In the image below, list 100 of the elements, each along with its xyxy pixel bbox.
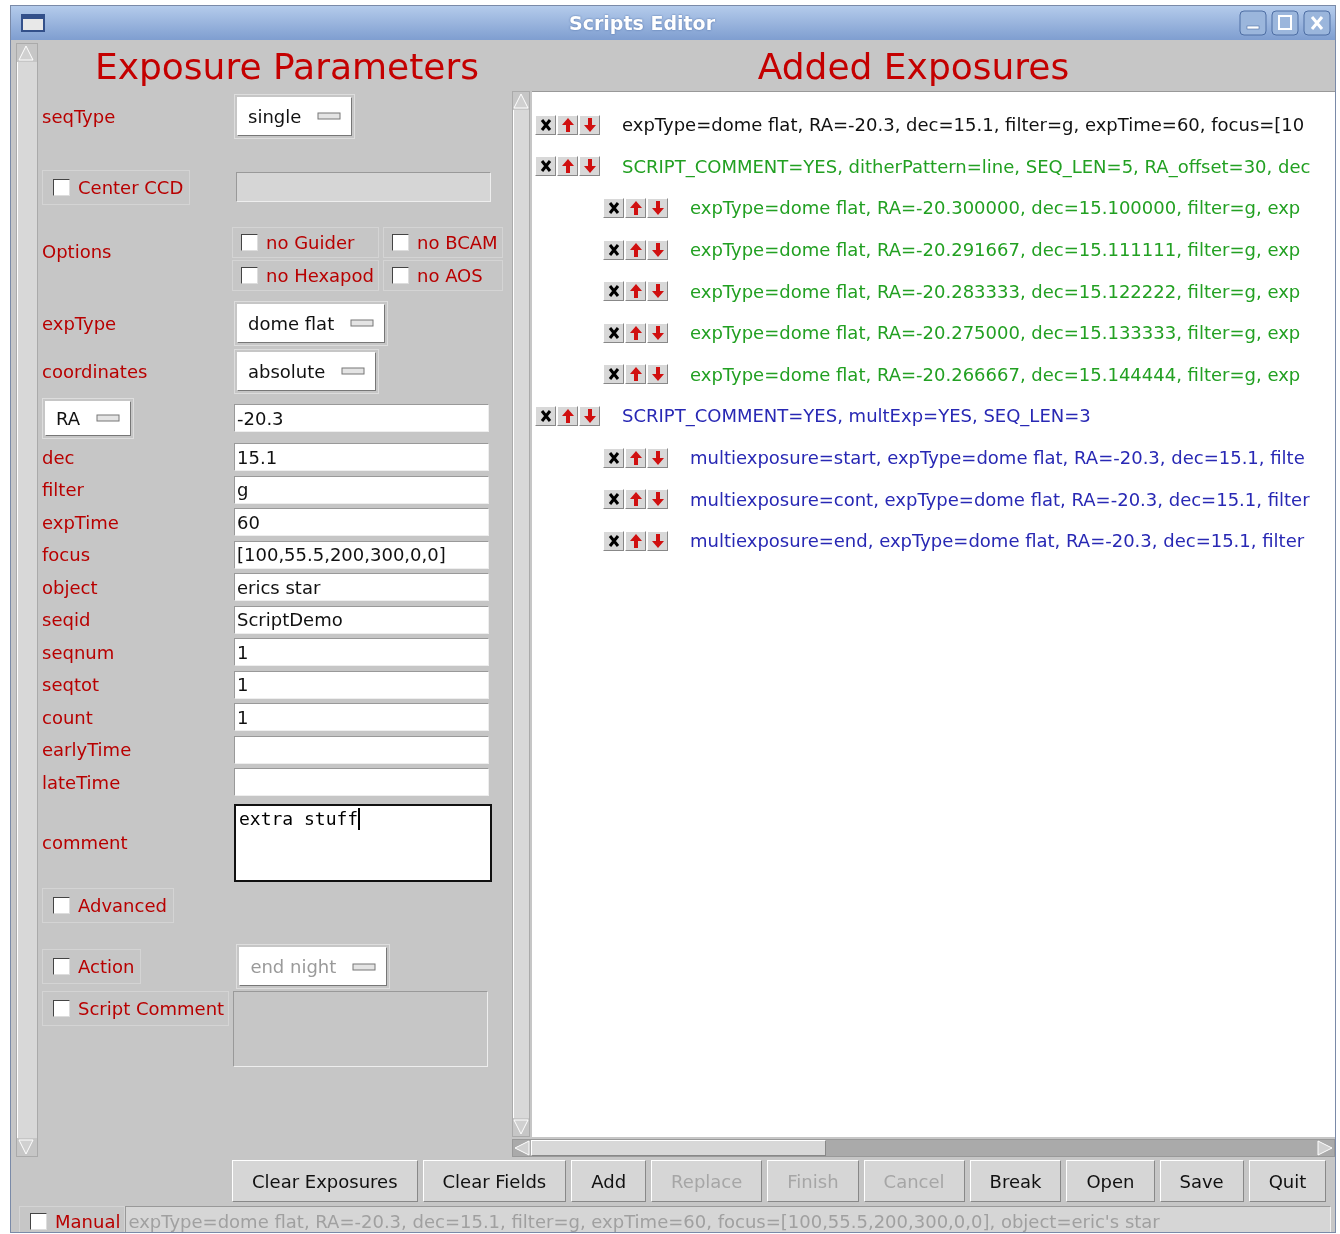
action-button[interactable]: Break — [969, 1160, 1062, 1202]
maximize-icon[interactable] — [1271, 10, 1299, 36]
up-arrow-icon — [628, 283, 643, 300]
close-icon — [606, 532, 621, 549]
up-arrow-icon — [560, 158, 575, 175]
move-down-button[interactable] — [647, 489, 668, 510]
move-down-button[interactable] — [647, 239, 668, 260]
text-field[interactable] — [236, 172, 492, 202]
exposure-entry[interactable]: multiexposure=start, expType=dome flat, RA=-20.3, dec=15.1, filte — [690, 447, 1305, 469]
move-down-button[interactable] — [647, 447, 668, 468]
remove-button[interactable] — [603, 364, 624, 385]
remove-button[interactable] — [535, 114, 556, 135]
remove-button[interactable] — [603, 322, 624, 343]
checkbox-label: Script Comment — [78, 997, 225, 1019]
dropdown[interactable]: absolute — [237, 351, 377, 391]
checkbox-option[interactable]: Center CCD — [42, 169, 191, 205]
checkbox-label: Action — [78, 956, 135, 977]
move-up-button[interactable] — [557, 405, 578, 426]
move-up-button[interactable] — [557, 114, 578, 135]
checkbox[interactable] — [392, 267, 409, 284]
up-arrow-icon — [628, 491, 643, 508]
text-field[interactable]: 1 — [234, 703, 489, 732]
move-up-button[interactable] — [625, 364, 646, 385]
text-field[interactable]: erics star — [234, 573, 489, 602]
field-label: count — [42, 706, 94, 728]
action-button[interactable]: Open — [1066, 1160, 1155, 1202]
text-field[interactable]: g — [234, 475, 489, 504]
move-up-button[interactable] — [557, 156, 578, 177]
action-button[interactable]: Clear Fields — [422, 1160, 567, 1202]
down-arrow-icon — [650, 200, 665, 216]
checkbox[interactable] — [241, 234, 258, 251]
text-field[interactable] — [234, 735, 489, 764]
down-arrow-icon — [650, 532, 665, 549]
move-down-button[interactable] — [579, 156, 600, 177]
move-down-button[interactable] — [579, 114, 600, 135]
up-arrow-icon — [560, 407, 575, 424]
move-down-button[interactable] — [647, 198, 668, 218]
close-icon — [606, 449, 621, 466]
window-menu-icon[interactable] — [21, 14, 45, 32]
move-up-button[interactable] — [625, 489, 646, 510]
checkbox[interactable] — [53, 897, 70, 914]
remove-button[interactable] — [535, 405, 556, 426]
text-field[interactable] — [234, 768, 489, 797]
exposure-entry[interactable]: SCRIPT_COMMENT=YES, multExp=YES, SEQ_LEN=3 — [622, 405, 1091, 427]
move-down-button[interactable] — [647, 364, 668, 385]
close-icon — [538, 116, 553, 133]
move-up-button[interactable] — [625, 198, 646, 218]
exposure-entry[interactable]: expType=dome flat, RA=-20.3, dec=15.1, filter=g, expTime=60, focus=[10 — [622, 114, 1305, 136]
text-field[interactable]: 60 — [234, 508, 489, 537]
checkbox-option[interactable]: no AOS — [383, 260, 503, 291]
checkbox[interactable] — [30, 1212, 47, 1230]
remove-button[interactable] — [603, 198, 624, 218]
remove-button[interactable] — [535, 156, 556, 177]
move-down-button[interactable] — [647, 322, 668, 343]
move-down-button[interactable] — [647, 530, 668, 551]
dropdown[interactable]: RA — [45, 400, 132, 436]
dropdown[interactable]: dome flat — [237, 303, 386, 343]
text-field[interactable]: -20.3 — [234, 404, 489, 432]
text-field[interactable]: 1 — [234, 638, 489, 667]
dropdown[interactable]: single — [237, 96, 353, 136]
checkbox-option[interactable]: no Hexapod — [232, 260, 379, 291]
move-up-button[interactable] — [625, 322, 646, 343]
exposure-entry[interactable]: multiexposure=cont, expType=dome flat, RA=-20.3, dec=15.1, filter — [690, 488, 1310, 510]
checkbox[interactable] — [241, 267, 258, 284]
remove-button[interactable] — [603, 489, 624, 510]
move-down-button[interactable] — [579, 405, 600, 426]
checkbox-option[interactable]: no Guider — [232, 227, 379, 258]
remove-button[interactable] — [603, 239, 624, 260]
move-up-button[interactable] — [625, 530, 646, 551]
text-area[interactable]: extra stuff — [234, 803, 492, 882]
panel-title: Exposure Parameters — [93, 45, 481, 89]
minimize-icon[interactable] — [1239, 10, 1267, 36]
text-field[interactable]: [100,55.5,200,300,0,0] — [234, 540, 489, 569]
field-label: seqtot — [42, 674, 100, 696]
action-button[interactable]: Add — [571, 1160, 647, 1202]
checkbox[interactable] — [53, 999, 70, 1017]
checkbox[interactable] — [53, 178, 70, 196]
remove-button[interactable] — [603, 530, 624, 551]
text-field[interactable]: 1 — [234, 670, 489, 699]
move-up-button[interactable] — [625, 447, 646, 468]
action-button[interactable]: Save — [1159, 1160, 1244, 1202]
checkbox-option[interactable]: Advanced — [42, 888, 174, 923]
text-field[interactable]: ScriptDemo — [234, 605, 489, 634]
scrollbar-thumb[interactable] — [531, 1140, 826, 1156]
text-field[interactable]: 15.1 — [234, 443, 489, 472]
checkbox-option[interactable]: no BCAM — [383, 227, 503, 258]
move-up-button[interactable] — [625, 239, 646, 260]
horizontal-scrollbar[interactable] — [512, 1139, 1335, 1157]
close-icon[interactable] — [1303, 10, 1331, 36]
checkbox[interactable] — [392, 234, 409, 251]
remove-button[interactable] — [603, 281, 624, 302]
checkbox-option[interactable]: Manual — [19, 1205, 126, 1232]
move-down-button[interactable] — [647, 281, 668, 302]
checkbox-option[interactable]: Script Comment — [42, 990, 230, 1026]
up-arrow-icon — [628, 241, 643, 258]
exposure-entry[interactable]: multiexposure=end, expType=dome flat, RA=-20.3, dec=15.1, filter — [690, 530, 1305, 552]
action-button[interactable]: Quit — [1248, 1160, 1327, 1202]
remove-button[interactable] — [603, 447, 624, 468]
action-button[interactable]: Clear Exposures — [232, 1160, 418, 1202]
move-up-button[interactable] — [625, 281, 646, 302]
